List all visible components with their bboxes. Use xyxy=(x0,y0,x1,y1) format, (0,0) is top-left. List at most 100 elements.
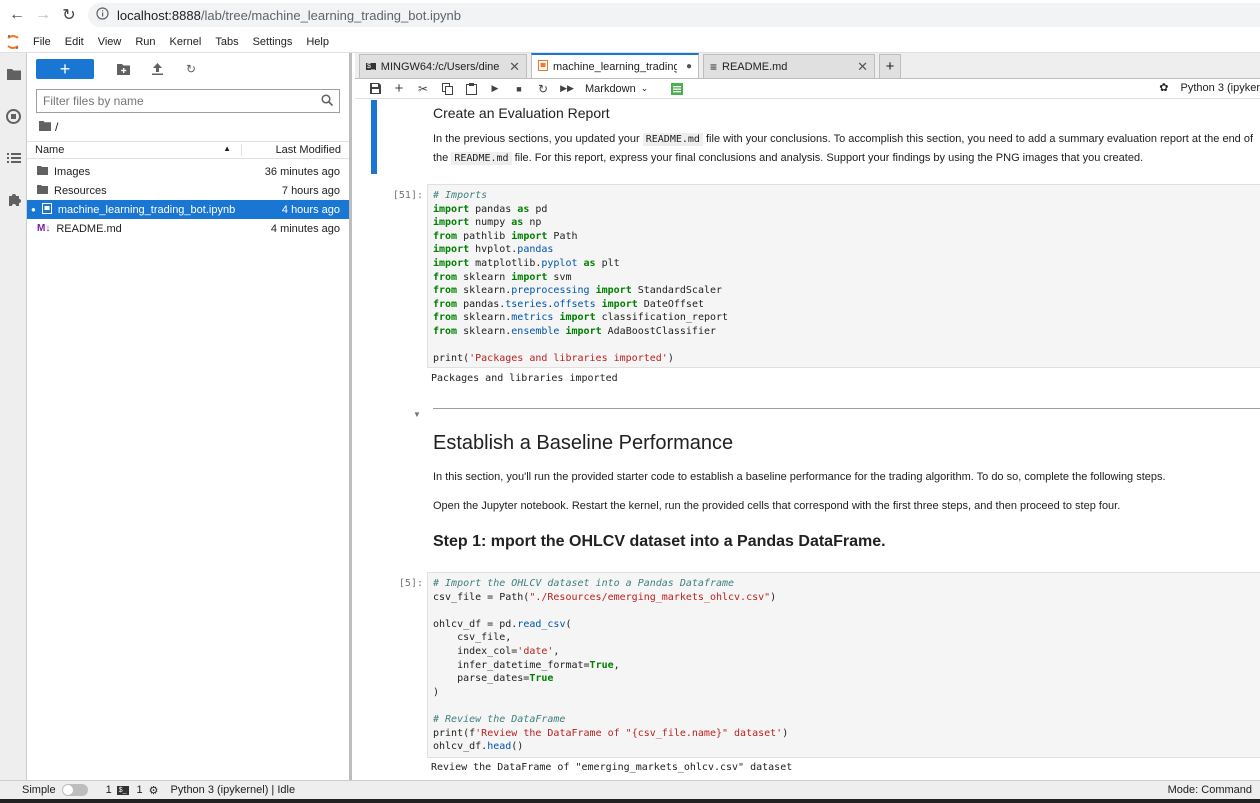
file-name: README.md xyxy=(56,222,122,235)
main-dock-panel: $_ MINGW64:/c/Users/dines.Dil ✕ machine_… xyxy=(355,53,1260,780)
filter-files-field[interactable] xyxy=(36,89,340,113)
interrupt-icon[interactable]: ■ xyxy=(507,79,531,99)
tab-bar: $_ MINGW64:/c/Users/dines.Dil ✕ machine_… xyxy=(355,53,1260,79)
extensions-puzzle-icon[interactable] xyxy=(0,179,27,221)
terminal-icon: $_ xyxy=(366,63,376,70)
tab-label: MINGW64:/c/Users/dines.Dil xyxy=(380,60,500,73)
file-row-resources[interactable]: Resources 7 hours ago xyxy=(27,181,349,200)
root-folder-icon[interactable] xyxy=(39,120,51,134)
menu-kernel[interactable]: Kernel xyxy=(163,36,209,48)
file-row-readme[interactable]: M↓ README.md 4 minutes ago xyxy=(27,219,349,238)
name-column-label: Name xyxy=(35,144,65,156)
kernel-name-button[interactable]: Python 3 (ipyker xyxy=(1181,82,1260,94)
restart-run-all-icon[interactable]: ▶▶ xyxy=(555,79,579,99)
markdown-paragraph: In the previous sections, you updated yo… xyxy=(433,130,1260,168)
filter-files-input[interactable] xyxy=(43,94,303,108)
upload-icon[interactable] xyxy=(140,59,174,79)
folder-icon xyxy=(37,165,48,178)
terminal-count: 1 xyxy=(105,784,112,796)
search-icon xyxy=(321,93,334,109)
kernel-status[interactable]: Python 3 (ipykernel) | Idle xyxy=(171,784,296,796)
file-name: machine_learning_trading_bot.ipynb xyxy=(57,203,236,216)
terminal-icon[interactable]: $_ xyxy=(116,785,129,795)
menu-run[interactable]: Run xyxy=(128,36,162,48)
cell-output: Review the DataFrame of "emerging_market… xyxy=(431,762,793,773)
markdown-paragraph: Open the Jupyter notebook. Restart the k… xyxy=(433,500,1121,512)
notebook-icon xyxy=(41,202,52,217)
tab-label: README.md xyxy=(722,60,788,73)
restart-icon[interactable]: ↻ xyxy=(531,79,555,99)
address-bar[interactable]: localhost:8888/lab/tree/machine_learning… xyxy=(88,3,1260,27)
kernel-gear-icon[interactable]: ⚙ xyxy=(149,784,159,797)
new-launcher-button[interactable]: + xyxy=(36,59,94,79)
url-host: localhost:8888 xyxy=(117,7,201,23)
tab-label: machine_learning_trading_bo xyxy=(553,60,677,73)
cut-icon[interactable]: ✂ xyxy=(411,79,435,99)
run-icon[interactable]: ▶ xyxy=(483,79,507,99)
menu-settings[interactable]: Settings xyxy=(246,36,300,48)
inline-code: README.md xyxy=(642,133,703,146)
kernel-count: 1 xyxy=(136,784,143,796)
markdown-cell-evaluation[interactable]: Create an Evaluation Report In the previ… xyxy=(355,100,1260,178)
file-row-images[interactable]: Images 36 minutes ago xyxy=(27,162,349,181)
tab-notebook[interactable]: machine_learning_trading_bo ● xyxy=(531,53,699,78)
add-tab-button[interactable]: + xyxy=(879,54,901,78)
code-editor[interactable]: # Import the OHLCV dataset into a Pandas… xyxy=(427,572,1260,758)
forward-icon[interactable]: → xyxy=(30,2,56,28)
horizontal-rule xyxy=(433,408,1260,409)
cell-type-dropdown[interactable]: Markdown ⌄ xyxy=(585,83,665,95)
close-icon[interactable]: ✕ xyxy=(509,59,520,75)
tab-terminal[interactable]: $_ MINGW64:/c/Users/dines.Dil ✕ xyxy=(359,54,527,78)
paste-icon[interactable] xyxy=(459,79,483,99)
breadcrumb-root[interactable]: / xyxy=(55,120,58,134)
menu-file[interactable]: File xyxy=(26,36,58,48)
running-dot-icon: ● xyxy=(31,205,36,214)
insert-cell-icon[interactable]: + xyxy=(387,79,411,99)
markdown-icon: M↓ xyxy=(37,223,51,234)
file-modified: 4 minutes ago xyxy=(270,222,340,235)
code-cell-imports[interactable]: [51]: # Imports import pandas as pd impo… xyxy=(355,184,1260,394)
copy-icon[interactable] xyxy=(435,79,459,99)
mode-indicator: Mode: Command xyxy=(1167,784,1252,796)
bug-icon[interactable]: ✿ xyxy=(1159,81,1168,94)
back-icon[interactable]: ← xyxy=(4,2,30,28)
notebook-tab-icon xyxy=(538,59,548,74)
notebook-toolbar: + ✂ ▶ ■ ↻ ▶▶ Markdown ⌄ ✿ Python 3 (ipyk… xyxy=(355,79,1260,99)
file-row-notebook[interactable]: ● machine_learning_trading_bot.ipynb 4 h… xyxy=(27,200,349,219)
markdown-cell-baseline[interactable]: ▼ Establish a Baseline Performance In th… xyxy=(355,406,1260,576)
reload-icon[interactable]: ↻ xyxy=(56,2,82,28)
breadcrumb: / xyxy=(27,113,349,141)
menu-view[interactable]: View xyxy=(91,36,129,48)
menu-edit[interactable]: Edit xyxy=(58,36,91,48)
file-list: Images 36 minutes ago Resources 7 hours … xyxy=(27,159,349,238)
collapse-caret-icon[interactable]: ▼ xyxy=(413,410,421,419)
jupyter-logo-icon xyxy=(0,31,26,53)
menu-bar: File Edit View Run Kernel Tabs Settings … xyxy=(0,31,1260,53)
table-of-contents-icon[interactable] xyxy=(0,137,27,179)
file-browser-toolbar: + ↻ xyxy=(27,53,349,85)
refresh-icon[interactable]: ↻ xyxy=(174,59,208,79)
folder-icon[interactable] xyxy=(0,53,27,95)
code-cell-ohlcv[interactable]: [5]: # Import the OHLCV dataset into a P… xyxy=(355,572,1260,780)
step-heading: Step 1: mport the OHLCV dataset into a P… xyxy=(433,533,886,550)
menu-tabs[interactable]: Tabs xyxy=(208,36,245,48)
sheet-icon[interactable] xyxy=(665,79,689,99)
new-folder-icon[interactable] xyxy=(106,59,140,79)
name-column-header[interactable]: Name ▲ xyxy=(35,144,241,156)
file-list-header: Name ▲ Last Modified xyxy=(27,141,349,159)
menu-help[interactable]: Help xyxy=(299,36,336,48)
site-info-icon[interactable] xyxy=(96,7,109,23)
running-sessions-icon[interactable] xyxy=(0,95,27,137)
code-editor[interactable]: # Imports import pandas as pd import num… xyxy=(427,184,1260,368)
tab-readme[interactable]: ≡ README.md ✕ xyxy=(703,54,875,78)
unsaved-dot-icon[interactable]: ● xyxy=(686,61,692,72)
markdown-paragraph: In this section, you'll run the provided… xyxy=(433,471,1166,483)
cell-type-value: Markdown xyxy=(585,82,636,95)
save-icon[interactable] xyxy=(363,79,387,99)
simple-mode-toggle[interactable] xyxy=(61,784,88,796)
modified-column-header[interactable]: Last Modified xyxy=(241,144,341,156)
text-run: file. For this report, express your fina… xyxy=(511,152,1144,164)
browser-toolbar: ← → ↻ localhost:8888/lab/tree/machine_le… xyxy=(0,0,1260,30)
close-icon[interactable]: ✕ xyxy=(857,59,868,75)
folder-icon xyxy=(37,184,48,197)
